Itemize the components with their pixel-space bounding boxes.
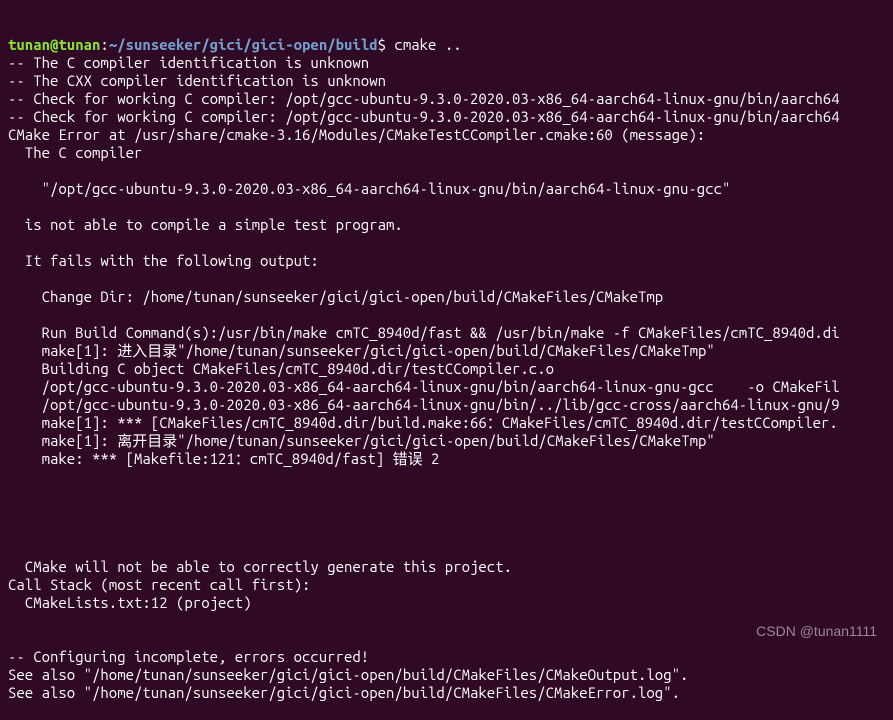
output-line: make[1]: *** [CMakeFiles/cmTC_8940d.dir/… [8, 414, 885, 432]
output-line: CMake Error at /usr/share/cmake-3.16/Mod… [8, 126, 885, 144]
output-line: Call Stack (most recent call first): [8, 576, 885, 594]
output-line: -- The C compiler identification is unkn… [8, 54, 885, 72]
output-line: Change Dir: /home/tunan/sunseeker/gici/g… [8, 288, 885, 306]
output-line: The C compiler [8, 144, 885, 162]
output-line: -- The CXX compiler identification is un… [8, 72, 885, 90]
prompt-separator-colon: : [100, 36, 108, 53]
prompt-path: ~/sunseeker/gici/gici-open/build [109, 36, 378, 53]
output-line [8, 486, 885, 504]
output-line: /opt/gcc-ubuntu-9.3.0-2020.03-x86_64-aar… [8, 378, 885, 396]
output-line [8, 198, 885, 216]
output-line: CMake will not be able to correctly gene… [8, 558, 885, 576]
output-line [8, 270, 885, 288]
watermark-text: CSDN @tunan1111 [756, 622, 877, 640]
output-line [8, 162, 885, 180]
output-line: -- Check for working C compiler: /opt/gc… [8, 108, 885, 126]
prompt-user: tunan@tunan [8, 36, 100, 53]
output-line [8, 540, 885, 558]
output-line [8, 468, 885, 486]
output-line: /opt/gcc-ubuntu-9.3.0-2020.03-x86_64-aar… [8, 396, 885, 414]
output-line [8, 306, 885, 324]
prompt-line: tunan@tunan:~/sunseeker/gici/gici-open/b… [8, 36, 885, 54]
output-line: CMakeLists.txt:12 (project) [8, 594, 885, 612]
output-line: See also "/home/tunan/sunseeker/gici/gic… [8, 684, 885, 702]
output-line [8, 612, 885, 630]
output-line: "/opt/gcc-ubuntu-9.3.0-2020.03-x86_64-aa… [8, 180, 885, 198]
output-line: is not able to compile a simple test pro… [8, 216, 885, 234]
output-line [8, 234, 885, 252]
output-line: Run Build Command(s):/usr/bin/make cmTC_… [8, 324, 885, 342]
terminal-output[interactable]: tunan@tunan:~/sunseeker/gici/gici-open/b… [8, 0, 885, 720]
output-line [8, 630, 885, 648]
prompt-command: cmake .. [386, 36, 462, 53]
output-line: Building C object CMakeFiles/cmTC_8940d.… [8, 360, 885, 378]
output-line: See also "/home/tunan/sunseeker/gici/gic… [8, 666, 885, 684]
output-line: -- Configuring incomplete, errors occurr… [8, 648, 885, 666]
output-line: make[1]: 离开目录"/home/tunan/sunseeker/gici… [8, 432, 885, 450]
output-line: make[1]: 进入目录"/home/tunan/sunseeker/gici… [8, 342, 885, 360]
prompt-separator-dollar: $ [378, 36, 386, 53]
output-line [8, 522, 885, 540]
output-line: It fails with the following output: [8, 252, 885, 270]
output-line [8, 504, 885, 522]
output-line: make: *** [Makefile:121：cmTC_8940d/fast]… [8, 450, 885, 468]
output-line: -- Check for working C compiler: /opt/gc… [8, 90, 885, 108]
